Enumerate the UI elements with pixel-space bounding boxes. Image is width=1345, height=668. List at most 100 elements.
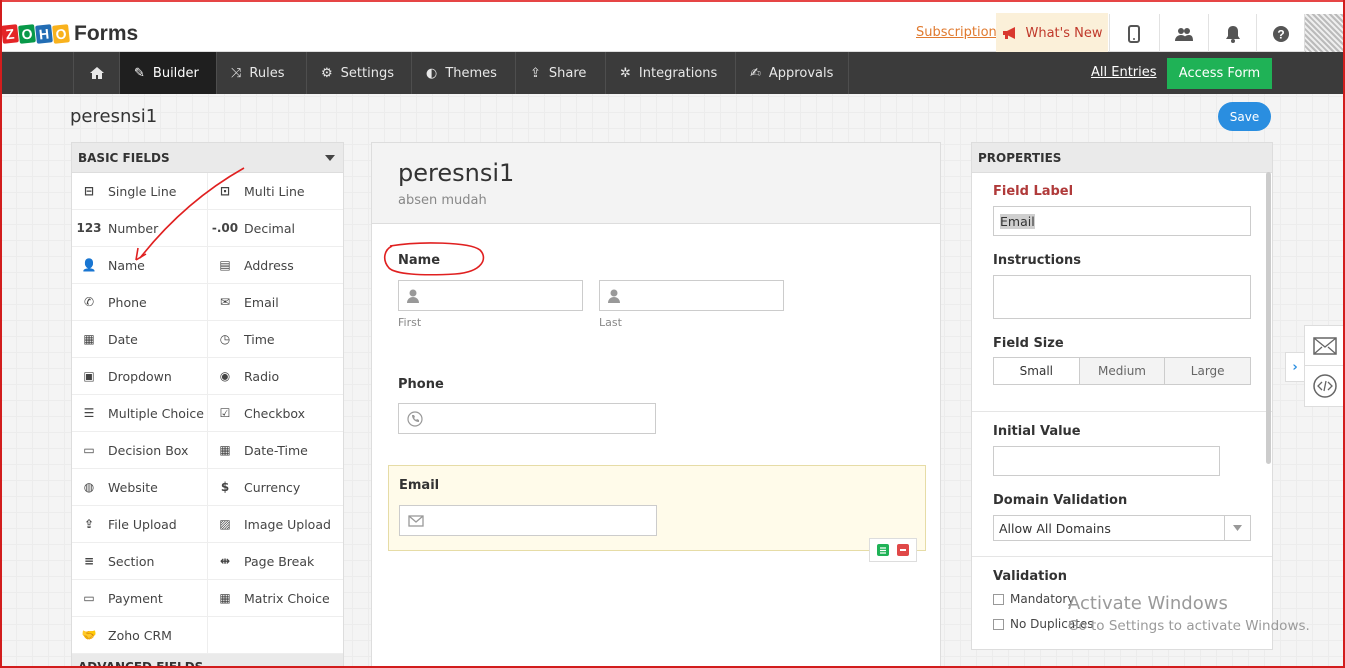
domain-validation-select[interactable]: Allow All Domains (993, 515, 1251, 541)
field-type-decision-box[interactable]: ▭ Decision Box (72, 432, 208, 469)
panel-title: BASIC FIELDS (78, 150, 170, 165)
field-type-zoho-crm[interactable]: 🤝 Zoho CRM (72, 617, 208, 654)
svg-text:?: ? (1277, 27, 1284, 41)
users-icon (1174, 27, 1193, 41)
size-small-button[interactable]: Small (994, 358, 1080, 384)
help-icon: ? (1272, 25, 1289, 42)
field-type-image-upload[interactable]: ▨ Image Upload (208, 506, 343, 543)
field-type-currency[interactable]: $ Currency (208, 469, 343, 506)
field-type-decimal[interactable]: -.00 Decimal (208, 210, 343, 247)
expand-panel-button[interactable]: › (1285, 352, 1305, 382)
field-type-email[interactable]: ✉ Email (208, 284, 343, 321)
field-type-matrix-choice[interactable]: ▦ Matrix Choice (208, 580, 343, 617)
help-button[interactable]: ? (1256, 14, 1304, 53)
last-name-input[interactable] (599, 280, 784, 311)
builder-icon: ✎ (134, 65, 145, 81)
form-title: peresnsi1 (398, 159, 515, 187)
field-type-address[interactable]: ▤ Address (208, 247, 343, 284)
field-type-multiple-choice[interactable]: ☰ Multiple Choice (72, 395, 208, 432)
notifications-button[interactable] (1208, 14, 1256, 53)
field-type-file-upload[interactable]: ⇪ File Upload (72, 506, 208, 543)
embed-code-button[interactable] (1305, 366, 1345, 406)
field-type-label: Zoho CRM (108, 627, 172, 643)
all-entries-link[interactable]: All Entries (1091, 65, 1157, 80)
email-input[interactable] (399, 505, 657, 536)
mobile-button[interactable] (1109, 14, 1157, 53)
save-button[interactable]: Save (1218, 102, 1271, 131)
section-icon: ≡ (83, 554, 95, 568)
field-type-page-break[interactable]: ⇹ Page Break (208, 543, 343, 580)
initial-value-input[interactable] (993, 446, 1220, 476)
tab-settings[interactable]: ⚙ Settings (307, 52, 412, 94)
field-actions (869, 538, 917, 562)
tab-integrations[interactable]: ✲ Integrations (606, 52, 736, 94)
size-medium-button[interactable]: Medium (1079, 358, 1166, 384)
product-name: Forms (74, 22, 139, 45)
tab-rules[interactable]: ⤨ Rules (217, 52, 307, 94)
first-name-input[interactable] (398, 280, 583, 311)
field-type-time[interactable]: ◷ Time (208, 321, 343, 358)
advanced-fields-header[interactable]: ADVANCED FIELDS (72, 654, 343, 667)
first-sublabel: First (398, 316, 422, 329)
basic-fields-header[interactable]: BASIC FIELDS (72, 143, 343, 173)
tab-share[interactable]: ⇪ Share (516, 52, 606, 94)
field-label-input[interactable]: Email (993, 206, 1251, 236)
field-type-payment[interactable]: ▭ Payment (72, 580, 208, 617)
whats-new-button[interactable]: What's New (996, 13, 1108, 53)
field-type-dropdown[interactable]: ▣ Dropdown (72, 358, 208, 395)
field-type-website[interactable]: ◍ Website (72, 469, 208, 506)
tab-label: Rules (249, 65, 285, 81)
initial-value-heading: Initial Value (993, 424, 1081, 439)
team-button[interactable] (1159, 14, 1207, 53)
instructions-textarea[interactable] (993, 275, 1251, 319)
field-type-date-time[interactable]: ▦ Date-Time (208, 432, 343, 469)
user-avatar[interactable] (1304, 14, 1344, 53)
clock-icon: ◷ (219, 332, 231, 346)
phone-input[interactable] (398, 403, 656, 434)
currency-icon: $ (220, 480, 230, 494)
tab-themes[interactable]: ◐ Themes (412, 52, 516, 94)
field-type-radio[interactable]: ◉ Radio (208, 358, 343, 395)
zoho-forms-logo[interactable]: Z O H O Forms (1, 22, 139, 46)
field-type-label: Page Break (244, 553, 315, 569)
field-type-label: Name (108, 257, 145, 273)
field-type-date[interactable]: ▦ Date (72, 321, 208, 358)
matrix-icon: ▦ (219, 591, 231, 605)
phone-field-label: Phone (398, 377, 444, 392)
checkbox-icon: ☑ (219, 406, 231, 420)
tab-approvals[interactable]: ✍ Approvals (736, 52, 849, 94)
upload-icon: ⇪ (83, 517, 95, 531)
duplicate-icon[interactable] (876, 543, 890, 557)
mail-button[interactable] (1305, 326, 1345, 366)
field-type-label: Matrix Choice (244, 590, 330, 606)
tab-label: Builder (152, 65, 199, 81)
field-type-label: Address (244, 257, 294, 273)
field-type-checkbox[interactable]: ☑ Checkbox (208, 395, 343, 432)
subscription-link[interactable]: Subscription (916, 25, 997, 40)
form-header[interactable]: peresnsi1 absen mudah (372, 143, 940, 224)
size-large-button[interactable]: Large (1165, 358, 1251, 384)
email-icon (408, 514, 424, 527)
logo-letter: H (35, 24, 53, 44)
field-type-label: Decimal (244, 220, 295, 236)
field-type-section[interactable]: ≡ Section (72, 543, 208, 580)
gears-icon: ✲ (620, 65, 631, 81)
tab-builder[interactable]: ✎ Builder (120, 52, 217, 94)
properties-scrollbar[interactable] (1266, 172, 1271, 464)
email-field-selected[interactable]: Email (388, 465, 926, 551)
field-type-single-line[interactable]: ⊟ Single Line (72, 173, 208, 210)
home-button[interactable] (73, 52, 120, 94)
field-type-number[interactable]: 123 Number (72, 210, 208, 247)
mandatory-checkbox[interactable]: Mandatory (993, 592, 1074, 606)
field-type-phone[interactable]: ✆ Phone (72, 284, 208, 321)
field-type-label: Radio (244, 368, 280, 384)
field-type-name[interactable]: 👤 Name (72, 247, 208, 284)
form-description: absen mudah (398, 193, 487, 208)
tab-label: Themes (445, 65, 497, 81)
access-form-button[interactable]: Access Form (1167, 58, 1272, 89)
tab-label: Approvals (768, 65, 834, 81)
field-type-label: Multiple Choice (108, 405, 204, 421)
field-type-multi-line[interactable]: ⊡ Multi Line (208, 173, 343, 210)
tab-label: Settings (340, 65, 394, 81)
delete-icon[interactable] (896, 543, 910, 557)
